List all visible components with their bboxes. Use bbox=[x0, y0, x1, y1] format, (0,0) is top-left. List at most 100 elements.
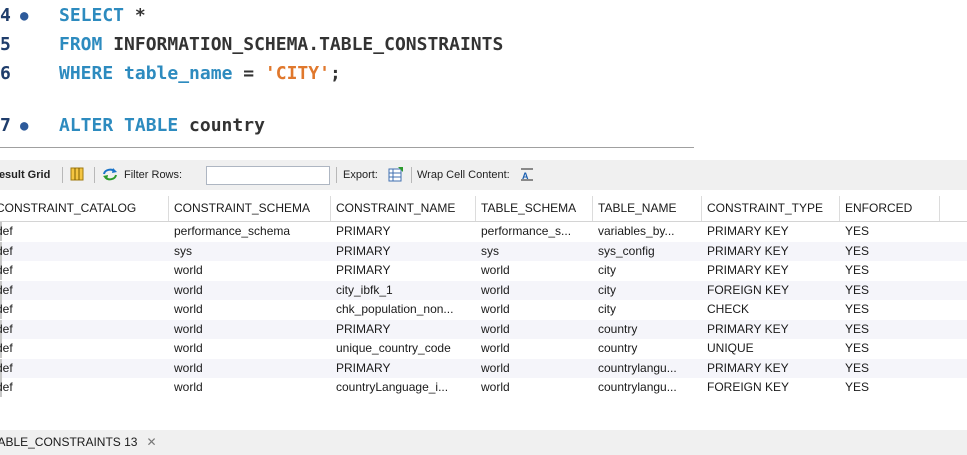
code-token: ; bbox=[329, 63, 341, 84]
column-header[interactable]: ENFORCED bbox=[840, 196, 940, 221]
table-cell[interactable]: countryLanguage_i... bbox=[331, 378, 476, 397]
table-cell[interactable]: world bbox=[169, 320, 331, 339]
table-row[interactable]: defperformance_schemaPRIMARYperformance_… bbox=[0, 222, 967, 241]
table-cell[interactable]: world bbox=[169, 378, 331, 397]
table-cell[interactable]: city bbox=[593, 300, 702, 319]
table-cell[interactable]: PRIMARY bbox=[331, 242, 476, 261]
table-cell[interactable]: PRIMARY bbox=[331, 261, 476, 280]
grid-icon[interactable] bbox=[70, 160, 84, 190]
result-tab[interactable]: TABLE_CONSTRAINTS 13 ✕ bbox=[0, 430, 157, 455]
table-cell[interactable]: chk_population_non... bbox=[331, 300, 476, 319]
table-cell[interactable]: PRIMARY KEY bbox=[702, 222, 840, 241]
table-cell[interactable]: variables_by... bbox=[593, 222, 702, 241]
table-cell[interactable]: def bbox=[0, 281, 169, 300]
table-cell[interactable]: world bbox=[169, 339, 331, 358]
column-header[interactable]: CONSTRAINT_TYPE bbox=[702, 196, 840, 221]
result-grid-label[interactable]: Result Grid bbox=[0, 160, 50, 190]
table-cell[interactable]: YES bbox=[840, 378, 940, 397]
table-cell[interactable]: def bbox=[0, 378, 169, 397]
toolbar-separator bbox=[94, 167, 95, 183]
column-header[interactable]: CONSTRAINT_CATALOG bbox=[0, 196, 169, 221]
toolbar-separator bbox=[336, 167, 337, 183]
table-row[interactable]: defworldcity_ibfk_1worldcityFOREIGN KEYY… bbox=[0, 280, 967, 300]
column-header[interactable]: TABLE_SCHEMA bbox=[476, 196, 593, 221]
table-cell[interactable]: country bbox=[593, 320, 702, 339]
table-cell[interactable]: YES bbox=[840, 242, 940, 261]
table-cell[interactable]: def bbox=[0, 300, 169, 319]
table-cell[interactable]: world bbox=[476, 320, 593, 339]
column-header[interactable]: CONSTRAINT_NAME bbox=[331, 196, 476, 221]
table-cell[interactable]: world bbox=[169, 261, 331, 280]
column-header[interactable]: CONSTRAINT_SCHEMA bbox=[169, 196, 331, 221]
table-cell[interactable]: YES bbox=[840, 320, 940, 339]
column-header[interactable]: TABLE_NAME bbox=[593, 196, 702, 221]
table-cell[interactable]: world bbox=[476, 378, 593, 397]
table-cell[interactable]: UNIQUE bbox=[702, 339, 840, 358]
table-cell[interactable]: PRIMARY KEY bbox=[702, 320, 840, 339]
statement-marker-icon: ● bbox=[20, 8, 29, 24]
table-cell[interactable]: world bbox=[169, 300, 331, 319]
table-cell[interactable]: YES bbox=[840, 281, 940, 300]
table-cell[interactable]: FOREIGN KEY bbox=[702, 378, 840, 397]
table-cell[interactable]: PRIMARY KEY bbox=[702, 261, 840, 280]
table-cell[interactable]: city bbox=[593, 281, 702, 300]
code-token: * bbox=[134, 5, 146, 26]
table-cell[interactable]: PRIMARY bbox=[331, 320, 476, 339]
table-cell[interactable]: YES bbox=[840, 300, 940, 319]
export-icon[interactable] bbox=[388, 160, 404, 190]
table-cell[interactable]: PRIMARY KEY bbox=[702, 359, 840, 378]
wrap-icon[interactable]: A bbox=[520, 160, 534, 190]
line-number: 6 bbox=[0, 63, 11, 84]
table-cell[interactable]: def bbox=[0, 320, 169, 339]
code-text: SELECT * bbox=[59, 1, 146, 31]
sql-editor[interactable]: 4 ● SELECT * 5 FROM INFORMATION_SCHEMA.TABLE… bbox=[0, 0, 967, 140]
table-row[interactable]: defsysPRIMARYsyssys_configPRIMARY KEYYES bbox=[0, 241, 967, 261]
table-cell[interactable]: def bbox=[0, 242, 169, 261]
close-icon[interactable]: ✕ bbox=[146, 435, 156, 449]
table-row[interactable]: defworldunique_country_codeworldcountryU… bbox=[0, 339, 967, 358]
table-cell[interactable]: world bbox=[476, 281, 593, 300]
table-cell[interactable]: YES bbox=[840, 222, 940, 241]
table-cell[interactable]: def bbox=[0, 339, 169, 358]
table-cell[interactable]: def bbox=[0, 261, 169, 280]
filter-rows-input[interactable] bbox=[206, 166, 330, 185]
table-cell[interactable]: CHECK bbox=[702, 300, 840, 319]
table-row[interactable]: defworldPRIMARYworldcountrylangu...PRIMA… bbox=[0, 358, 967, 378]
table-row[interactable]: defworldcountryLanguage_i...worldcountry… bbox=[0, 378, 967, 397]
table-cell[interactable]: world bbox=[476, 339, 593, 358]
table-cell[interactable]: sys bbox=[476, 242, 593, 261]
table-cell[interactable]: world bbox=[169, 359, 331, 378]
table-row[interactable]: defworldchk_population_non...worldcityCH… bbox=[0, 300, 967, 319]
table-cell[interactable]: FOREIGN KEY bbox=[702, 281, 840, 300]
table-cell[interactable]: YES bbox=[840, 339, 940, 358]
table-cell[interactable]: sys bbox=[169, 242, 331, 261]
table-cell[interactable]: PRIMARY bbox=[331, 222, 476, 241]
statement-marker-icon: ● bbox=[20, 118, 29, 134]
table-cell[interactable]: PRIMARY KEY bbox=[702, 242, 840, 261]
table-row[interactable]: defworldPRIMARYworldcountryPRIMARY KEYYE… bbox=[0, 319, 967, 339]
table-cell[interactable]: def bbox=[0, 359, 169, 378]
table-cell[interactable]: world bbox=[476, 300, 593, 319]
table-cell[interactable]: sys_config bbox=[593, 242, 702, 261]
code-token: WHERE bbox=[59, 63, 125, 84]
table-cell[interactable]: YES bbox=[840, 359, 940, 378]
table-cell[interactable]: PRIMARY bbox=[331, 359, 476, 378]
table-cell[interactable]: world bbox=[476, 261, 593, 280]
table-row[interactable]: defworldPRIMARYworldcityPRIMARY KEYYES bbox=[0, 261, 967, 280]
code-token: SELECT bbox=[59, 5, 135, 26]
table-cell[interactable]: performance_schema bbox=[169, 222, 331, 241]
table-cell[interactable]: country bbox=[593, 339, 702, 358]
table-cell[interactable]: countrylangu... bbox=[593, 359, 702, 378]
export-label: Export: bbox=[343, 169, 378, 181]
table-cell[interactable]: countrylangu... bbox=[593, 378, 702, 397]
table-cell[interactable]: city_ibfk_1 bbox=[331, 281, 476, 300]
table-cell[interactable]: performance_s... bbox=[476, 222, 593, 241]
refresh-icon[interactable] bbox=[102, 160, 118, 190]
table-cell[interactable]: YES bbox=[840, 261, 940, 280]
table-cell[interactable]: world bbox=[169, 281, 331, 300]
toolbar-separator bbox=[411, 167, 412, 183]
table-cell[interactable]: def bbox=[0, 222, 169, 241]
table-cell[interactable]: world bbox=[476, 359, 593, 378]
table-cell[interactable]: city bbox=[593, 261, 702, 280]
table-cell[interactable]: unique_country_code bbox=[331, 339, 476, 358]
